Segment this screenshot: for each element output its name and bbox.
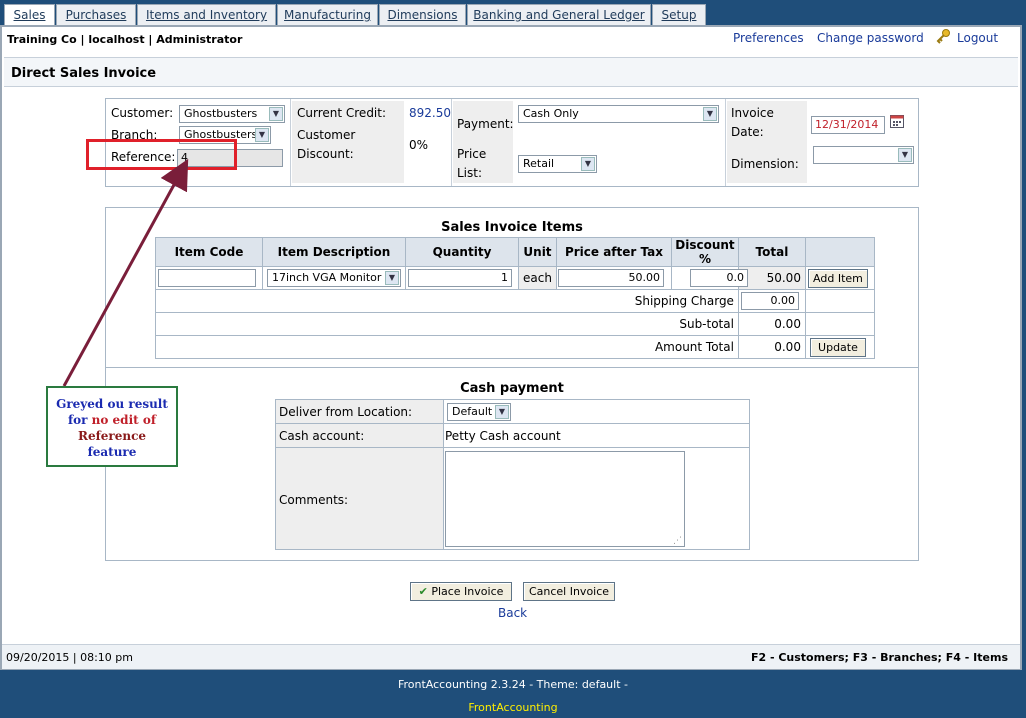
annotation-callout: Greyed ou result for no edit of Referenc…: [46, 386, 178, 467]
annotation-line-1: Greyed ou result: [56, 397, 168, 411]
footer-link[interactable]: FrontAccounting: [0, 701, 1026, 714]
footer-version: FrontAccounting 2.3.24 - Theme: default …: [397, 678, 628, 691]
annotation-line-3: Reference: [77, 429, 147, 443]
annotation-line-4: feature: [87, 445, 137, 459]
annotation-line-2a: for: [67, 413, 92, 427]
annotation-line-2b: no edit of: [91, 413, 157, 427]
annotation-arrow: [62, 158, 189, 387]
